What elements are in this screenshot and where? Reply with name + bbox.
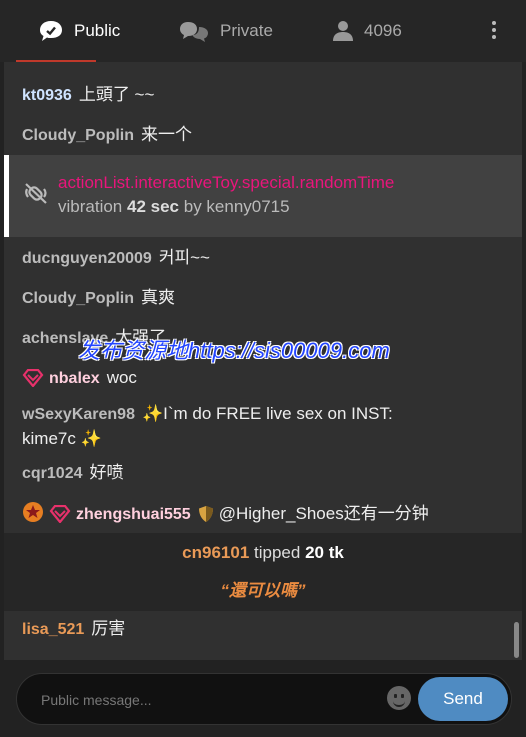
diamond-badge-icon [22,369,44,387]
tab-public[interactable]: Public [38,0,120,62]
tip-notification: cn96101 tipped 20 tk “還可以嗎” [4,533,522,611]
chat-message: wSexyKaren98 ✨I`m do FREE live sex on INS… [22,402,512,451]
tab-private-label: Private [220,21,273,40]
username[interactable]: ducnguyen20009 [22,250,152,267]
watermark: 发布资源地https://sis00009.com [78,338,390,363]
message-text-cont: kime7c ✨ [22,429,102,448]
chat-message: Cloudy_Poplin 真爽 [22,286,512,311]
chat-message: kt0936 上頭了 ~~ [22,83,512,108]
user-icon [333,21,353,41]
username[interactable]: Cloudy_Poplin [22,127,134,144]
vibration-icon [25,183,47,204]
username[interactable]: wSexyKaren98 [22,406,135,423]
message-text: 上頭了 ~~ [78,85,155,104]
scrollbar[interactable] [514,622,519,658]
system-action-text: actionList.interactiveToy.special.random… [58,173,395,192]
tip-line: cn96101 tipped 20 tk [182,543,344,562]
send-button[interactable]: Send [418,677,508,721]
username[interactable]: lisa_521 [22,621,84,638]
message-text: 真爽 [141,288,175,307]
shield-icon [198,506,213,522]
username[interactable]: cqr1024 [22,465,83,482]
tip-username[interactable]: cn96101 [182,543,249,562]
message-text: 好喷 [89,463,124,482]
more-options-icon[interactable] [484,18,504,44]
username[interactable]: Cloudy_Poplin [22,290,134,307]
tab-public-label: Public [74,21,121,40]
system-message: actionList.interactiveToy.special.random… [4,155,522,237]
message-text: woc [106,368,137,387]
chat-bubble-icon [40,21,62,41]
tip-message: “還可以嗎” [220,581,306,600]
chat-message: cqr1024 好喷 [22,461,512,486]
username[interactable]: zhengshuai555 [76,506,191,523]
diamond-badge-icon [49,505,71,523]
chat-message: Cloudy_Poplin 来一个 [22,123,512,148]
message-text: @Higher_Shoes还有一分钟 [218,504,429,523]
tip-amount: 20 tk [305,543,344,562]
message-composer: Send [16,673,512,725]
tab-users[interactable]: 4096 [332,0,402,62]
username[interactable]: kt0936 [22,87,72,104]
system-detail: vibration 42 sec by kenny0715 [58,197,290,216]
message-input[interactable] [39,686,363,714]
chat-message: ducnguyen20009 커피~~ [22,246,512,271]
chat-message: lisa_521 厉害 [22,617,512,642]
chat-message: zhengshuai555 @Higher_Shoes还有一分钟 [22,501,512,527]
message-text: 来一个 [141,125,192,144]
chat-bubbles-icon [180,22,208,42]
star-badge-icon [23,502,43,522]
message-text: 厉害 [91,619,126,638]
tab-private[interactable]: Private [178,0,273,62]
tab-bar: Public Private 4096 [0,0,526,62]
message-text: ✨I`m do FREE live sex on INST: [141,404,393,423]
emoji-icon[interactable] [387,686,411,710]
user-count: 4096 [364,21,402,40]
chat-message: nbalex woc [22,366,512,391]
message-text: 커피~~ [158,248,210,267]
username[interactable]: nbalex [49,370,100,387]
